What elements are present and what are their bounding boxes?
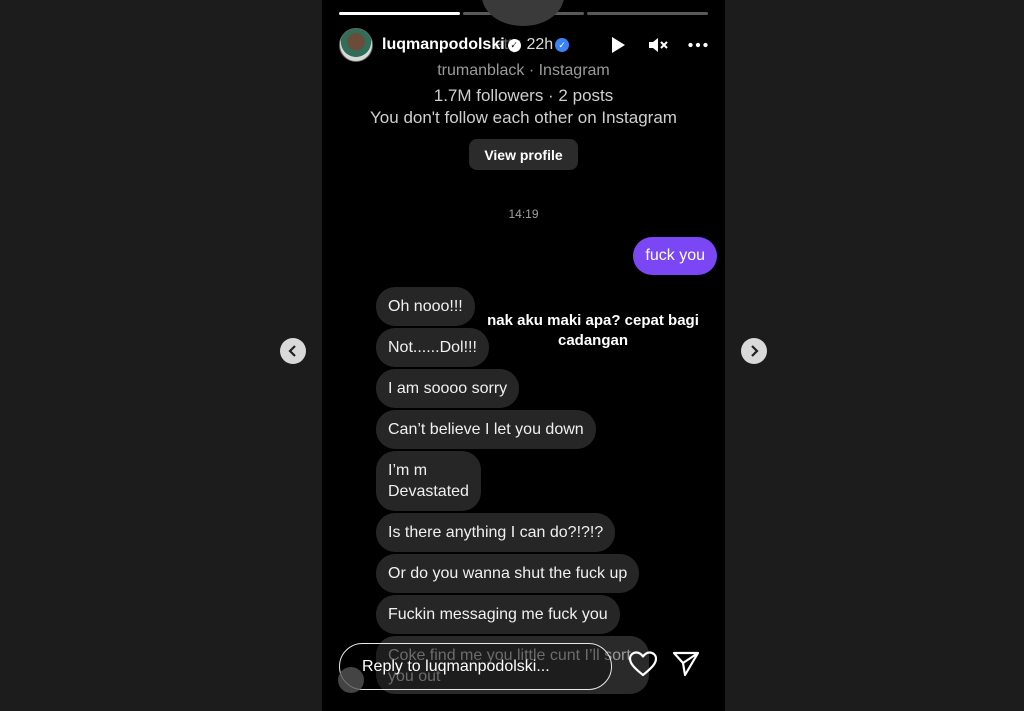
story-header: luqmanpodolski ✓ atty 22h ✓ [339, 28, 708, 62]
story-caption: nak aku maki apa? cepat bagi cadangan [487, 312, 699, 349]
received-message: Or do you wanna shut the fuck up [376, 554, 640, 593]
sent-message: fuck you [633, 237, 717, 275]
chevron-right-icon [751, 345, 759, 357]
previous-story-button[interactable] [280, 338, 306, 364]
received-message: Is there anything I can do?!?!? [376, 513, 616, 552]
next-story-button[interactable] [741, 338, 767, 364]
username[interactable]: luqmanpodolski [382, 36, 505, 54]
received-message: Can’t believe I let you down [376, 410, 596, 449]
reply-avatar-dot [338, 667, 364, 693]
underlying-chat-title: atty [494, 36, 521, 53]
received-message: Not......Dol!!! [376, 328, 489, 367]
avatar[interactable] [339, 28, 373, 62]
progress-fill [339, 12, 460, 15]
progress-segment [587, 12, 708, 15]
received-message: Oh nooo!!! [376, 287, 475, 326]
send-icon[interactable] [672, 651, 700, 682]
view-profile-button[interactable]: View profile [469, 139, 578, 170]
story-time-ago: 22h [526, 36, 554, 53]
chevron-left-icon [288, 345, 296, 357]
more-icon[interactable] [688, 35, 708, 55]
progress-segment [339, 12, 460, 15]
play-icon[interactable] [608, 35, 628, 55]
received-message: I’m m Devastated [376, 451, 481, 511]
follow-note: You don't follow each other on Instagram [370, 108, 677, 127]
profile-stats: 1.7M followers · 2 posts [433, 86, 614, 105]
profile-subtitle: trumanblack · Instagram [437, 62, 610, 79]
story-controls [608, 35, 708, 55]
chat-timestamp: 14:19 [508, 207, 539, 221]
mute-icon[interactable] [648, 35, 668, 55]
heart-icon[interactable] [628, 651, 658, 682]
story-viewer[interactable]: luqmanpodolski ✓ atty 22h ✓ trumanblack … [322, 0, 725, 711]
chat-avatar-partial [482, 0, 564, 26]
underlying-verified-icon: ✓ [555, 38, 570, 52]
received-message: Fuckin messaging me fuck you [376, 595, 620, 634]
received-message: I am soooo sorry [376, 369, 520, 408]
reply-input[interactable]: Reply to luqmanpodolski... [339, 643, 612, 690]
